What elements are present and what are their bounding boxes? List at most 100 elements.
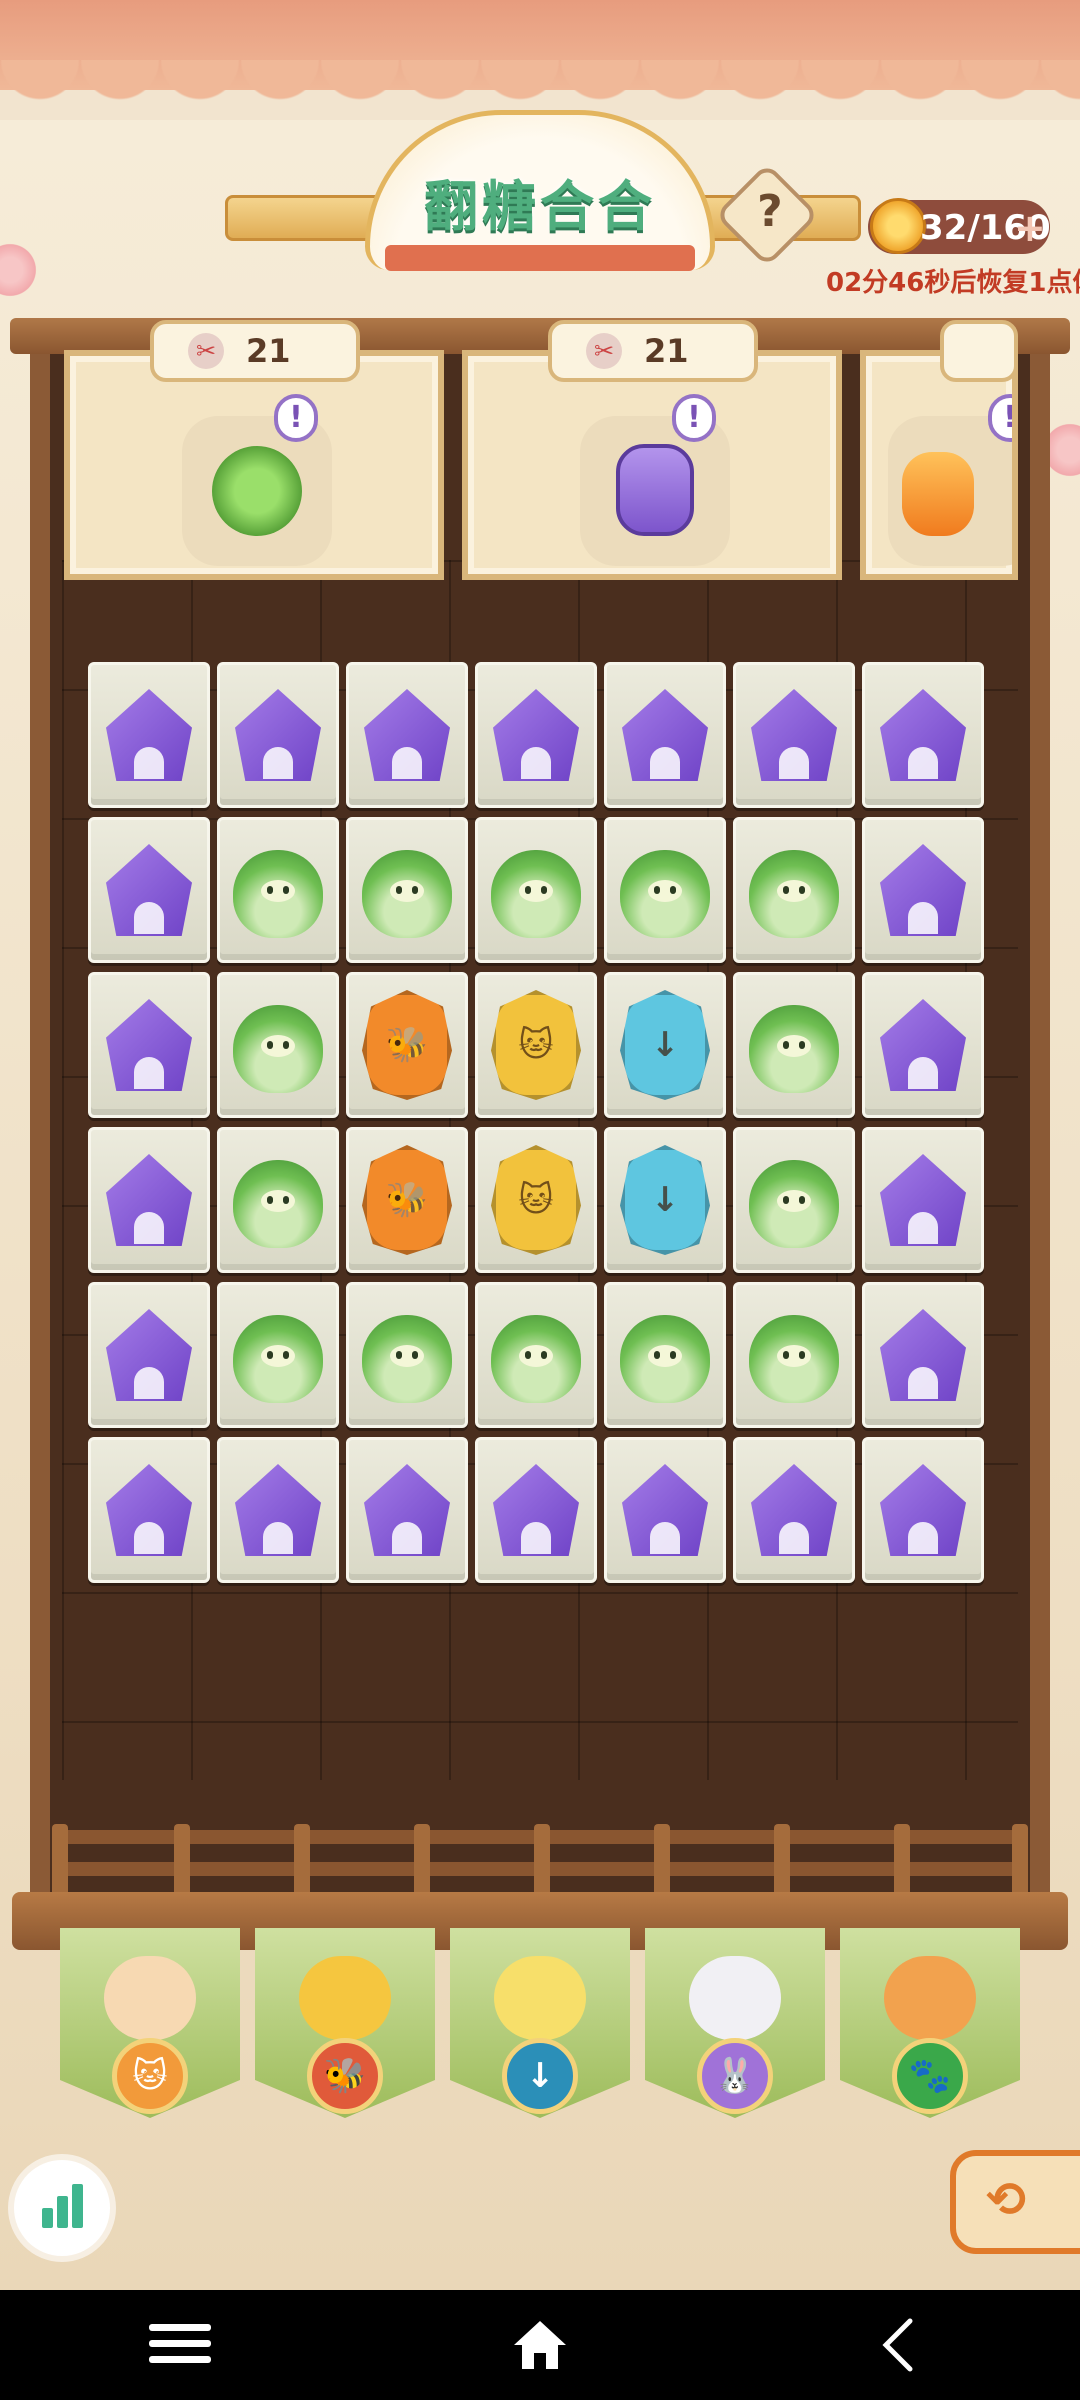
board-tile[interactable] bbox=[733, 1282, 855, 1428]
character-chick[interactable]: ↓ bbox=[450, 1928, 630, 2138]
character-dog[interactable]: 🐾 bbox=[840, 1928, 1020, 2138]
board-tile[interactable] bbox=[88, 1282, 210, 1428]
swap-button[interactable]: ⟲ bbox=[950, 2150, 1080, 2254]
home-icon[interactable] bbox=[500, 2315, 580, 2375]
board-tile[interactable]: 🐱 bbox=[475, 1127, 597, 1273]
cabbage-cat-icon bbox=[620, 1307, 710, 1403]
gem-blue-icon: ↓ bbox=[620, 1145, 710, 1255]
tent-door bbox=[134, 1057, 164, 1089]
cabbage-cat-icon bbox=[362, 842, 452, 938]
board-tile[interactable] bbox=[604, 1282, 726, 1428]
board-tile[interactable] bbox=[475, 1437, 597, 1583]
board-tile[interactable] bbox=[346, 1282, 468, 1428]
cabbage-eye bbox=[267, 1041, 273, 1049]
energy-counter[interactable]: 32/160 + bbox=[868, 198, 1051, 254]
board-tile[interactable] bbox=[88, 1437, 210, 1583]
board-tile[interactable] bbox=[346, 817, 468, 963]
character-cat[interactable]: 🐱 bbox=[60, 1928, 240, 2138]
target-info-icon[interactable]: ! bbox=[672, 394, 716, 442]
character-bee[interactable]: 🐝 bbox=[255, 1928, 435, 2138]
gem-emblem-icon: 🐱 bbox=[518, 1025, 554, 1065]
tent-door bbox=[908, 1367, 938, 1399]
add-energy-button[interactable]: + bbox=[1014, 206, 1046, 250]
honey-jar-icon bbox=[902, 452, 974, 536]
board-tile[interactable] bbox=[862, 1127, 984, 1273]
tent-door bbox=[392, 1522, 422, 1554]
board-tile[interactable] bbox=[475, 662, 597, 808]
board-tile[interactable] bbox=[733, 1437, 855, 1583]
back-icon[interactable] bbox=[860, 2315, 940, 2375]
target-card-3[interactable]: ! bbox=[860, 350, 1018, 580]
target-card-1[interactable]: ! bbox=[64, 350, 444, 580]
cabbage-eye bbox=[412, 886, 418, 894]
board-tile[interactable] bbox=[217, 1282, 339, 1428]
board-tile[interactable] bbox=[733, 662, 855, 808]
board-tile[interactable] bbox=[733, 817, 855, 963]
board-tile[interactable] bbox=[862, 1282, 984, 1428]
board-tile[interactable] bbox=[862, 1437, 984, 1583]
board-tile[interactable] bbox=[88, 817, 210, 963]
stats-button[interactable] bbox=[14, 2160, 110, 2256]
board-tile[interactable] bbox=[862, 817, 984, 963]
cabbage-eye bbox=[283, 886, 289, 894]
tent-door bbox=[908, 902, 938, 934]
board-tile[interactable] bbox=[217, 972, 339, 1118]
stats-icon bbox=[57, 2196, 68, 2228]
tent-candy-icon bbox=[751, 689, 837, 781]
gem-yellow-icon: 🐱 bbox=[491, 990, 581, 1100]
board-tile[interactable] bbox=[217, 1437, 339, 1583]
board-tile[interactable]: 🐝 bbox=[346, 1127, 468, 1273]
board-tile[interactable] bbox=[217, 1127, 339, 1273]
board-tile[interactable] bbox=[604, 662, 726, 808]
cabbage-eye bbox=[396, 1351, 402, 1359]
board-tile[interactable] bbox=[733, 972, 855, 1118]
tent-candy-icon bbox=[235, 689, 321, 781]
board-tile[interactable] bbox=[862, 972, 984, 1118]
bee-badge-icon: 🐝 bbox=[307, 2038, 383, 2114]
tent-candy-icon bbox=[106, 1309, 192, 1401]
board-tile[interactable]: 🐝 bbox=[346, 972, 468, 1118]
cabbage-cat-icon bbox=[749, 842, 839, 938]
board-tile[interactable]: ↓ bbox=[604, 1127, 726, 1273]
cabbage-eye bbox=[541, 1351, 547, 1359]
gem-emblem-icon: 🐝 bbox=[385, 1025, 429, 1065]
gem-emblem-icon: ↓ bbox=[650, 1180, 680, 1220]
board-tile[interactable] bbox=[475, 1282, 597, 1428]
tent-door bbox=[908, 1212, 938, 1244]
tent-door bbox=[908, 1057, 938, 1089]
target-slot bbox=[580, 416, 730, 566]
board-tile[interactable] bbox=[88, 1127, 210, 1273]
board-tile[interactable] bbox=[862, 662, 984, 808]
menu-icon[interactable] bbox=[140, 2315, 220, 2375]
board-tile[interactable] bbox=[217, 817, 339, 963]
cabbage-eye bbox=[783, 1041, 789, 1049]
board-tile[interactable] bbox=[475, 817, 597, 963]
board-tile[interactable] bbox=[217, 662, 339, 808]
badge-glyph: ↓ bbox=[525, 2056, 555, 2096]
cabbage-eye bbox=[525, 886, 531, 894]
page-title: 翻糖合合 bbox=[424, 175, 656, 238]
target-card-2[interactable]: ! bbox=[462, 350, 842, 580]
cabbage-eye bbox=[783, 1351, 789, 1359]
board-tile[interactable]: 🐱 bbox=[475, 972, 597, 1118]
board-tile[interactable] bbox=[604, 1437, 726, 1583]
board-tile[interactable] bbox=[733, 1127, 855, 1273]
tent-candy-icon bbox=[106, 999, 192, 1091]
chick-badge-icon: ↓ bbox=[502, 2038, 578, 2114]
board-tile[interactable] bbox=[346, 1437, 468, 1583]
target-info-icon[interactable]: ! bbox=[274, 394, 318, 442]
character-rabbit[interactable]: 🐰 bbox=[645, 1928, 825, 2138]
tent-door bbox=[134, 1212, 164, 1244]
board-tile[interactable]: ↓ bbox=[604, 972, 726, 1118]
tent-candy-icon bbox=[106, 1154, 192, 1246]
tent-door bbox=[134, 1522, 164, 1554]
board-tile[interactable] bbox=[88, 662, 210, 808]
board-tile[interactable] bbox=[88, 972, 210, 1118]
tent-candy-icon bbox=[880, 999, 966, 1091]
board-tile[interactable] bbox=[346, 662, 468, 808]
badge-glyph: 🐱 bbox=[132, 2056, 168, 2096]
gem-blue-icon: ↓ bbox=[620, 990, 710, 1100]
rabbit-badge-icon: 🐰 bbox=[697, 2038, 773, 2114]
cabbage-cat-icon bbox=[233, 1307, 323, 1403]
board-tile[interactable] bbox=[604, 817, 726, 963]
